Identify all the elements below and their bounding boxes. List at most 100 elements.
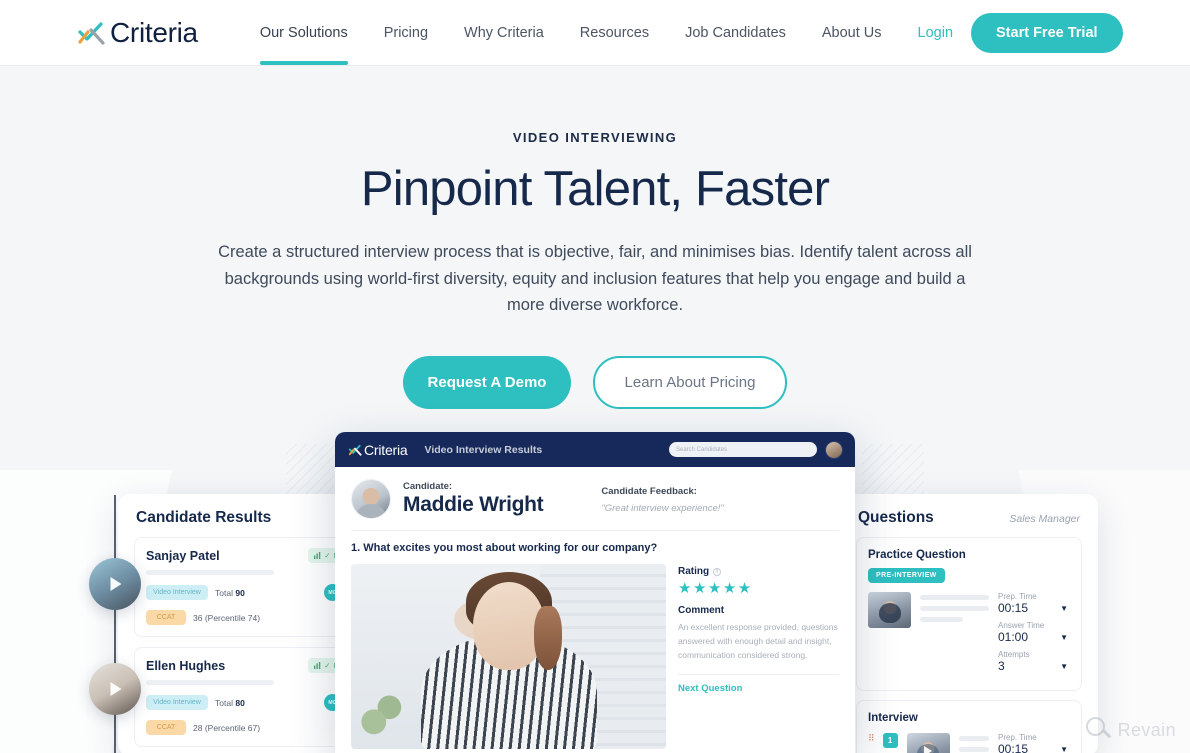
question-number-badge: 1 [882,733,898,748]
answer-time-setting[interactable]: Answer Time 01:00 ▼ [998,621,1070,644]
drag-handle-icon[interactable]: ⠿ [868,733,875,744]
nav-item-about-us[interactable]: About Us [822,0,882,65]
response-media-row: Rating i ★★★★★ Comment An excellent resp… [351,564,839,749]
divider [351,530,839,531]
pre-interview-badge: PRE-INTERVIEW [868,568,945,583]
comment-title: Comment [678,605,725,616]
candidate-summary: Candidate: Maddie Wright Candidate Feedb… [351,479,839,519]
total-score: Total 90 [215,587,245,598]
attempts-setting[interactable]: Attempts 3 ▼ [998,650,1070,673]
feedback-quote: "Great interview experience!" [601,503,724,514]
candidate-video-player[interactable] [351,564,666,749]
bar-chart-icon [314,662,321,669]
chevron-down-icon: ▼ [1060,745,1068,753]
attempts-label: Attempts [998,650,1030,659]
candidate-name: Ellen Hughes [146,658,226,673]
search-candidates-input[interactable]: Search Candidates [669,442,817,457]
login-link[interactable]: Login [918,25,953,41]
nav-item-pricing[interactable]: Pricing [384,0,428,65]
brand-logo[interactable]: Criteria [74,17,198,49]
interview-question-block[interactable]: Interview ⠿ 1 Prep. Time 00:15 ▼ [856,700,1082,753]
question-settings: Prep. Time 00:15 ▼ Answer Time 01:00 ▼ [998,733,1070,753]
questions-role: Sales Manager [1009,513,1080,525]
app-page-title: Video Interview Results [424,443,543,456]
info-icon[interactable]: i [713,567,722,576]
total-score: Total 80 [215,697,245,708]
candidate-name: Sanjay Patel [146,548,220,563]
practice-question-block[interactable]: Practice Question PRE-INTERVIEW Prep. Ti… [856,537,1082,691]
revain-watermark: Revain [1085,717,1176,743]
placeholder-bar [146,680,274,685]
question-thumbnail[interactable] [906,733,950,753]
prep-time-setting[interactable]: Prep. Time 00:15 ▼ [998,592,1070,615]
mockup-stage: Candidate Results Sanjay Patel ✓ In Rang… [0,0,1190,753]
answer-time-label: Answer Time [998,621,1045,630]
cognitive-tag: CCAT [146,610,186,625]
chevron-down-icon: ▼ [1060,633,1068,642]
prep-time-label: Prep. Time [998,592,1037,601]
app-body: Candidate: Maddie Wright Candidate Feedb… [335,467,855,749]
candidate-label: Candidate: [403,481,453,492]
app-header-bar: Criteria Video Interview Results Search … [335,432,855,467]
start-free-trial-button[interactable]: Start Free Trial [971,12,1123,53]
chevron-down-icon: ▼ [1060,662,1068,671]
next-question-link[interactable]: Next Question [678,683,839,694]
practice-question-label: Practice Question [868,549,966,561]
app-brand-name: Criteria [364,441,408,458]
video-interview-results-window: Criteria Video Interview Results Search … [335,432,855,753]
user-avatar[interactable] [825,440,843,459]
play-icon [924,746,933,753]
placeholder-bar [146,570,274,575]
candidate-identity: Candidate: Maddie Wright [403,481,544,517]
star-rating[interactable]: ★★★★★ [678,581,839,596]
chevron-down-icon: ▼ [1060,604,1068,613]
placeholder-text-lines [920,592,989,679]
brand-name: Criteria [110,16,198,48]
criteria-x-logo-icon [348,444,362,456]
nav-links: Our Solutions Pricing Why Criteria Resou… [259,0,918,65]
criteria-x-logo-icon [74,17,108,49]
candidate-name: Maddie Wright [403,493,544,516]
prep-time-setting[interactable]: Prep. Time 00:15 ▼ [998,733,1070,753]
interview-question-text: 1. What excites you most about working f… [351,542,658,554]
questions-card: Questions Sales Manager Practice Questio… [840,494,1098,753]
nav-item-why-criteria[interactable]: Why Criteria [464,0,544,65]
cognitive-score: 36 (Percentile 74) [193,612,261,623]
check-icon: ✓ [324,551,331,560]
assessment-tag: Video Interview [146,695,208,710]
nav-item-resources[interactable]: Resources [580,0,649,65]
interview-question-content: ⠿ 1 Prep. Time 00:15 ▼ [868,733,1070,753]
top-navigation-bar: Criteria Our Solutions Pricing Why Crite… [0,0,1190,65]
rating-panel: Rating i ★★★★★ Comment An excellent resp… [678,564,839,749]
prep-time-label: Prep. Time [998,733,1037,742]
video-person-hair-side [533,606,562,670]
questions-title: Questions [858,509,934,526]
bar-chart-icon [314,552,321,559]
assessment-tag: Video Interview [146,585,208,600]
feedback-label: Candidate Feedback: [601,486,697,497]
play-icon [110,682,122,696]
app-brand-logo[interactable]: Criteria [347,442,408,458]
divider [678,674,839,676]
rating-label: Rating [678,566,710,577]
page-root: Criteria Our Solutions Pricing Why Crite… [0,0,1190,753]
video-background-plant [353,687,405,745]
questions-list: Practice Question PRE-INTERVIEW Prep. Ti… [840,537,1098,753]
candidate-avatar [351,479,391,519]
question-thumbnail [868,592,911,628]
candidate-feedback: Candidate Feedback: "Great interview exp… [601,484,723,514]
cognitive-score: 28 (Percentile 67) [193,722,261,733]
interview-label: Interview [868,712,918,724]
candidate-video-avatar[interactable] [89,558,141,610]
practice-question-content: Prep. Time 00:15 ▼ Answer Time 01:00 ▼ A… [868,592,1070,679]
candidate-results-title: Candidate Results [136,509,272,526]
comment-text: An excellent response provided, question… [678,622,838,660]
check-icon: ✓ [324,661,331,670]
watermark-text: Revain [1117,719,1176,740]
cognitive-tag: CCAT [146,720,186,735]
placeholder-text-lines [958,733,989,753]
nav-item-job-candidates[interactable]: Job Candidates [685,0,786,65]
magnifier-icon [1085,717,1112,743]
nav-item-our-solutions[interactable]: Our Solutions [259,0,348,65]
candidate-video-avatar[interactable] [89,663,141,715]
